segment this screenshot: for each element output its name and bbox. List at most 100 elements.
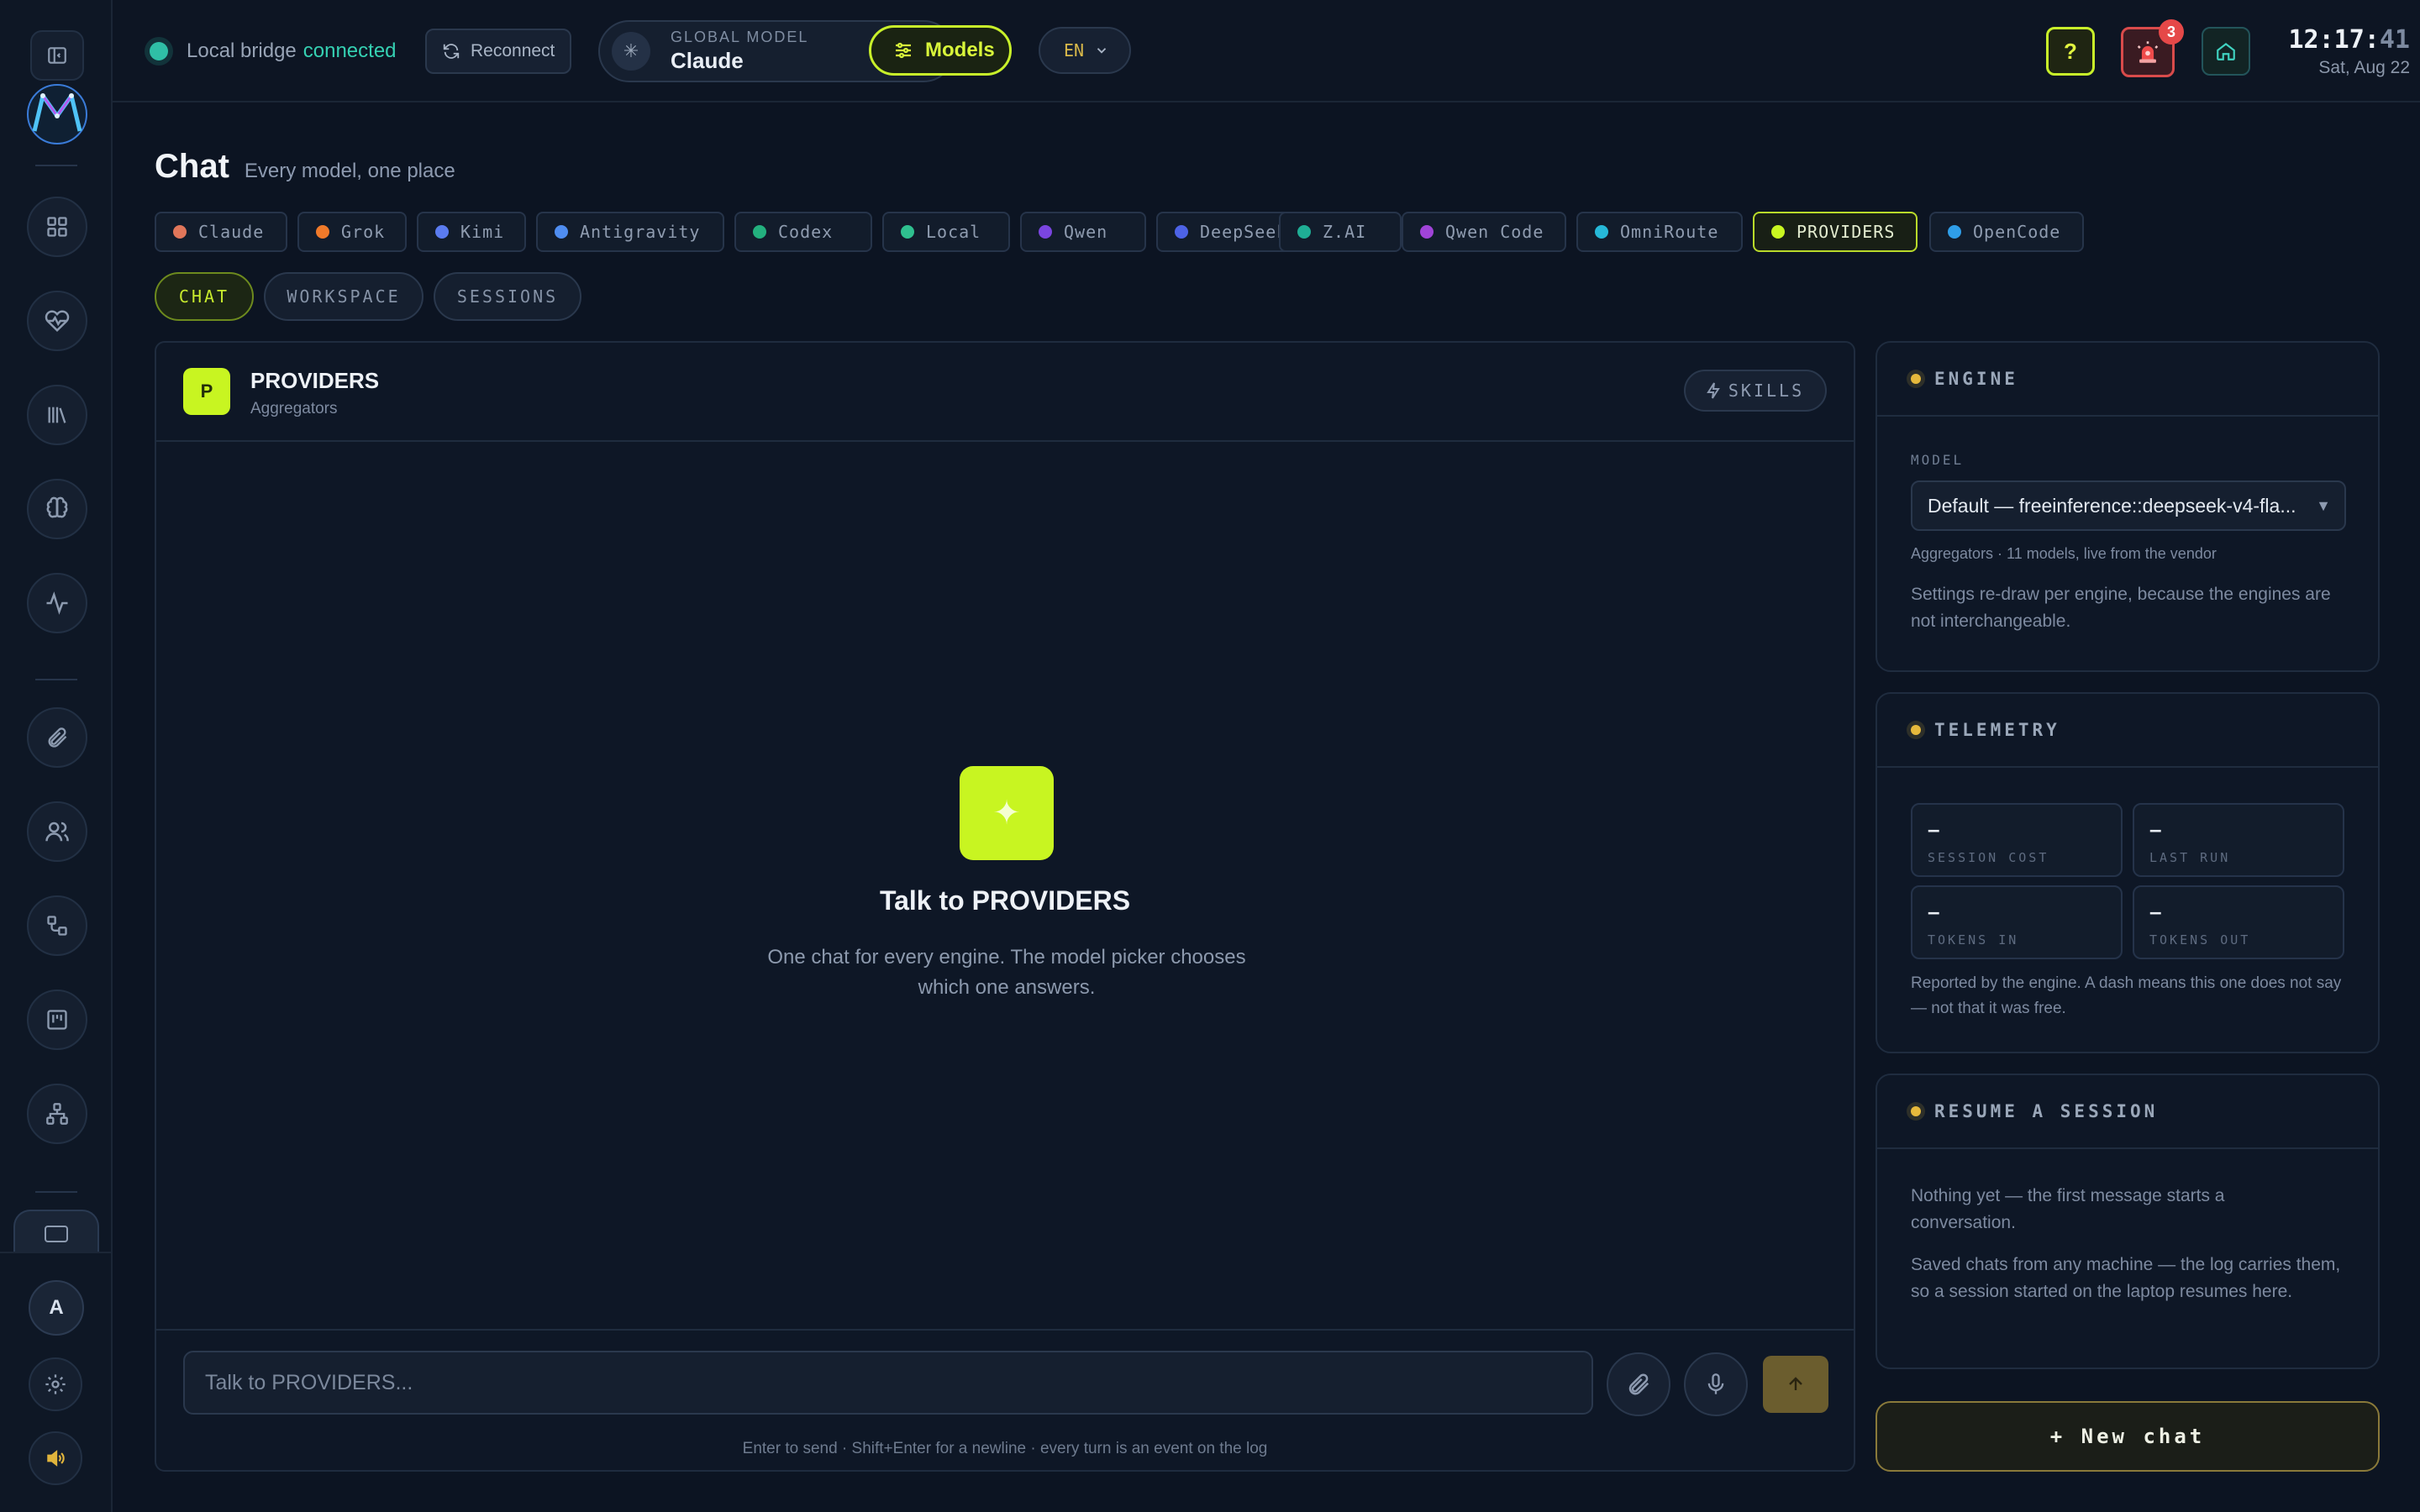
resume-note: Saved chats from any machine — the log c… <box>1911 1255 2341 1301</box>
empty-state-text: One chat for every engine. The model pic… <box>767 946 1246 999</box>
page-title-text: Chat <box>155 148 229 185</box>
app-logo[interactable] <box>23 82 92 146</box>
engine-chip-z-ai[interactable]: Z.AI <box>1279 212 1402 252</box>
engine-chip-qwen-code[interactable]: Qwen Code <box>1402 212 1566 252</box>
engine-dot <box>555 225 568 239</box>
help-button[interactable]: ? <box>2046 27 2095 76</box>
global-model-value: Claude <box>671 48 744 73</box>
empty-state-title: Talk to PROVIDERS <box>879 885 1131 916</box>
top-bar: Local bridge connected Reconnect ✳ GLOBA… <box>113 0 2420 102</box>
grid-icon[interactable] <box>27 197 87 257</box>
home-button[interactable] <box>2202 27 2250 76</box>
panel-toggle-icon[interactable] <box>30 30 84 81</box>
siren-icon <box>2137 41 2159 63</box>
engine-chip-label: Codex <box>778 222 834 242</box>
chat-header: P PROVIDERS Aggregators SKILLS <box>156 343 1854 442</box>
engine-dot <box>1420 225 1434 239</box>
resume-empty: Nothing yet — the first message starts a… <box>1911 1186 2225 1232</box>
activity-icon[interactable] <box>27 573 87 633</box>
paperclip-icon <box>1628 1373 1649 1395</box>
model-select[interactable]: Default — freeinference::deepseek-v4-fla… <box>1911 480 2346 531</box>
engine-dot <box>1175 225 1188 239</box>
engine-chip-codex[interactable]: Codex <box>734 212 872 252</box>
avatar[interactable]: A <box>29 1280 84 1336</box>
status-dot <box>1911 725 1921 735</box>
model-label: MODEL <box>1911 452 1965 468</box>
engine-chip-grok[interactable]: Grok <box>297 212 407 252</box>
engine-chip-opencode[interactable]: OpenCode <box>1929 212 2084 252</box>
reconnect-button[interactable]: Reconnect <box>425 29 571 74</box>
telemetry-card: TELEMETRY – SESSION COST – LAST RUN – TOKEN… <box>1876 692 2380 1053</box>
sidebar-divider <box>0 1252 113 1253</box>
bridge-state: connected <box>302 39 397 62</box>
engine-dot <box>753 225 766 239</box>
message-input[interactable] <box>183 1351 1593 1415</box>
tab-workspace[interactable]: WORKSPACE <box>264 272 424 321</box>
provider-subtitle: Aggregators <box>250 400 338 417</box>
status-dot <box>1911 1106 1921 1116</box>
engine-chip-label: OmniRoute <box>1620 222 1719 242</box>
engine-chip-label: OpenCode <box>1973 222 2061 242</box>
global-model-label: GLOBAL MODEL <box>671 29 809 45</box>
engine-note: Settings re-draw per engine, because the… <box>1911 585 2331 631</box>
engine-dot <box>901 225 914 239</box>
resume-card-header: RESUME A SESSION <box>1877 1075 2378 1149</box>
arrow-up-icon <box>1789 1377 1802 1390</box>
language-select[interactable]: EN <box>1039 27 1131 74</box>
bridge-status: Local bridge connected <box>150 34 397 69</box>
chat-panel: P PROVIDERS Aggregators SKILLS ✦ Talk to… <box>155 341 1855 1472</box>
page-subtitle: Every model, one place <box>244 160 455 182</box>
engine-dot <box>1297 225 1311 239</box>
telemetry-note: Reported by the engine. A dash means thi… <box>1911 974 2342 1017</box>
language-value: EN <box>1064 40 1085 60</box>
attach-button[interactable] <box>1607 1352 1670 1416</box>
volume-icon[interactable] <box>29 1431 82 1485</box>
alerts-button[interactable]: 3 <box>2121 19 2184 77</box>
heart-pulse-icon[interactable] <box>27 291 87 351</box>
status-dot <box>1911 374 1921 384</box>
clock-time: 12:17:41 <box>2288 25 2411 55</box>
chevron-down-icon <box>1097 48 1107 54</box>
engine-chip-label: Qwen <box>1064 222 1108 242</box>
skills-button[interactable]: SKILLS <box>1684 370 1827 412</box>
settings-icon[interactable] <box>29 1357 82 1411</box>
engine-card-header: ENGINE <box>1877 343 2378 417</box>
engine-chip-antigravity[interactable]: Antigravity <box>536 212 724 252</box>
bolt-icon <box>1707 382 1720 399</box>
tab-sessions[interactable]: SESSIONS <box>434 272 581 321</box>
engine-chip-local[interactable]: Local <box>882 212 1010 252</box>
provider-badge: P <box>183 368 230 415</box>
chat-icon[interactable] <box>13 1210 99 1252</box>
models-button[interactable]: Models <box>869 25 1012 76</box>
network-icon[interactable] <box>27 1084 87 1144</box>
provider-name: PROVIDERS <box>250 368 380 393</box>
send-button[interactable] <box>1763 1356 1828 1413</box>
microphone-icon <box>1707 1373 1724 1394</box>
bridge-label: Local bridge <box>187 39 297 62</box>
skills-label: SKILLS <box>1728 381 1805 401</box>
engine-dot <box>316 225 329 239</box>
engine-chip-claude[interactable]: Claude <box>155 212 287 252</box>
users-icon[interactable] <box>27 801 87 862</box>
sidebar-divider <box>35 165 77 166</box>
brain-icon[interactable] <box>27 479 87 539</box>
asterisk-icon: ✳ <box>612 32 650 71</box>
workflow-icon[interactable] <box>27 895 87 956</box>
engine-dot <box>1039 225 1052 239</box>
engine-chip-kimi[interactable]: Kimi <box>417 212 526 252</box>
model-select-value: Default — freeinference::deepseek-v4-fla… <box>1928 494 2296 517</box>
new-chat-button[interactable]: + New chat <box>1876 1401 2380 1472</box>
engine-chip-qwen[interactable]: Qwen <box>1020 212 1146 252</box>
engine-chip-label: Z.AI <box>1323 222 1367 242</box>
engine-chip-omniroute[interactable]: OmniRoute <box>1576 212 1743 252</box>
kanban-icon[interactable] <box>27 990 87 1050</box>
stat-tokens-out: – TOKENS OUT <box>2133 885 2344 959</box>
engine-dot <box>435 225 449 239</box>
clock-date: Sat, Aug 22 <box>2318 58 2410 77</box>
voice-button[interactable] <box>1684 1352 1748 1416</box>
library-icon[interactable] <box>27 385 87 445</box>
paperclip-icon[interactable] <box>27 707 87 768</box>
engine-chip-providers[interactable]: PROVIDERS <box>1753 212 1918 252</box>
reconnect-label: Reconnect <box>471 41 555 60</box>
tab-chat[interactable]: CHAT <box>155 272 254 321</box>
